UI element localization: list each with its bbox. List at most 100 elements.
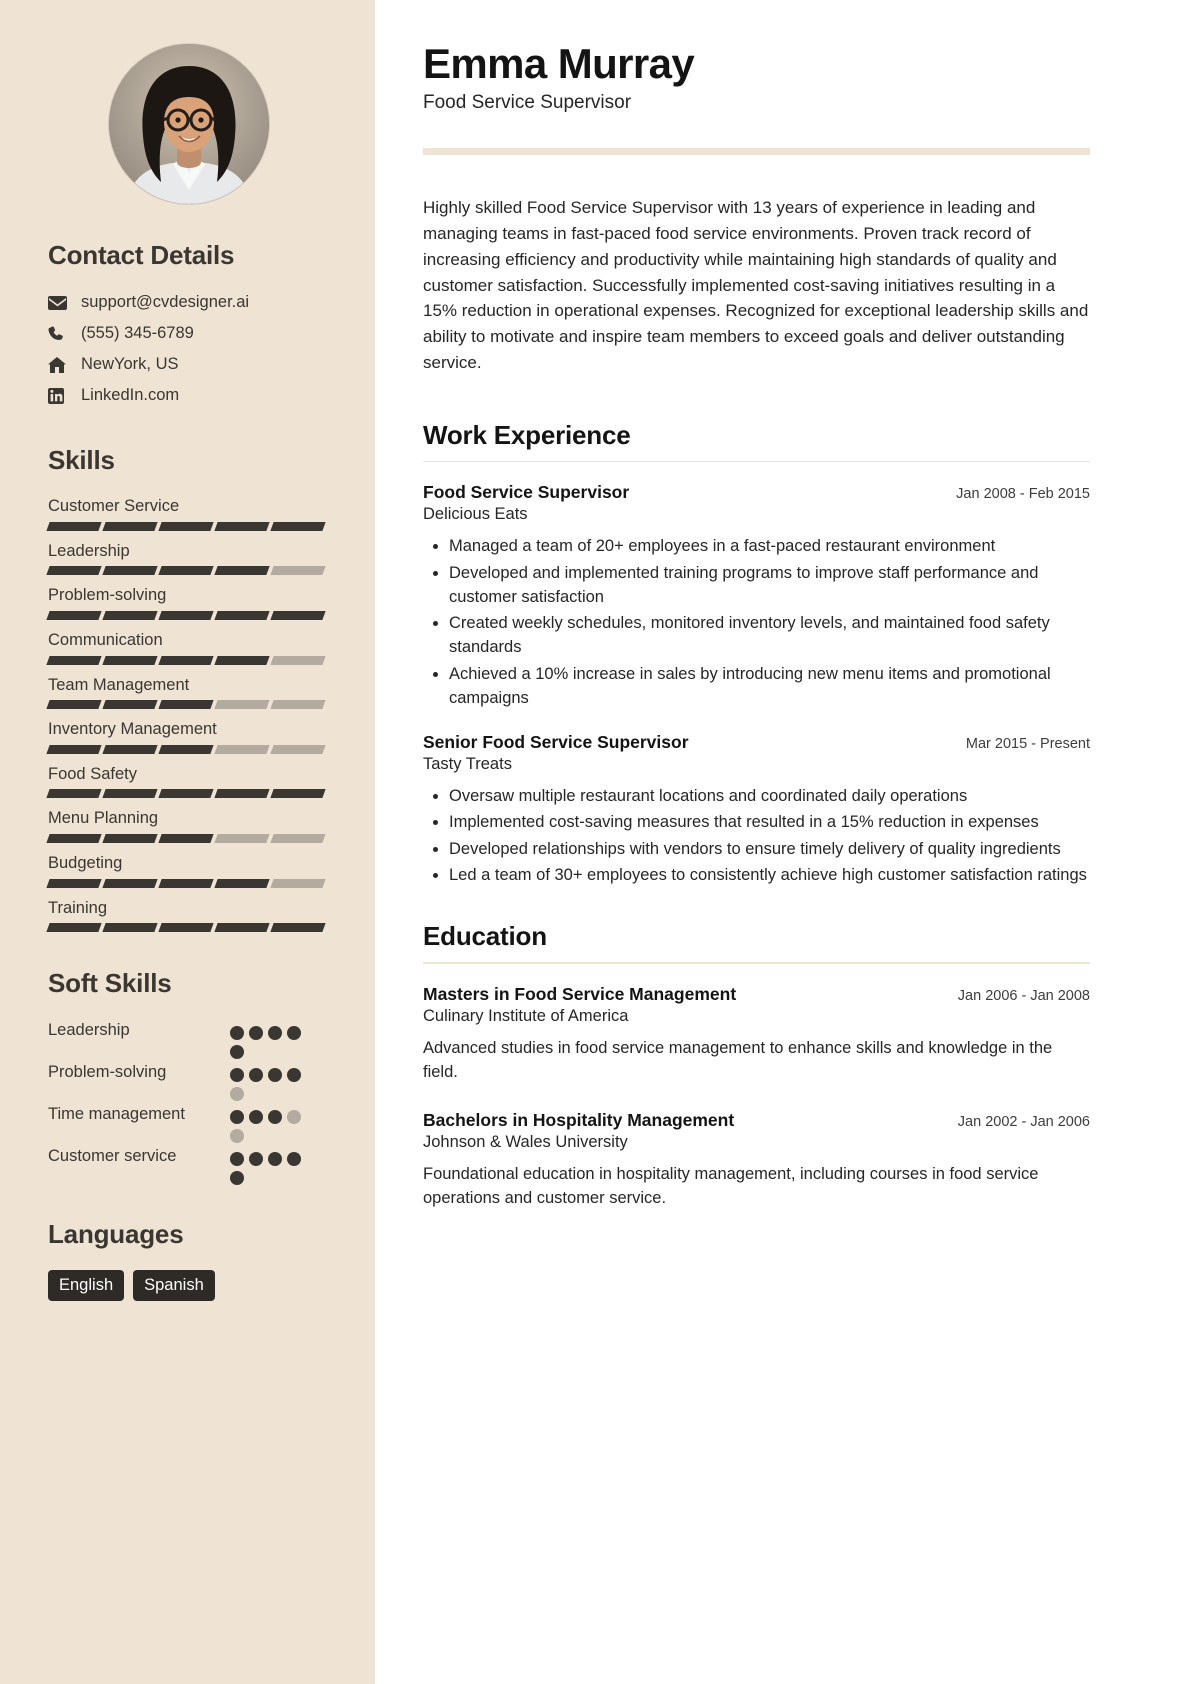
skill-bar-segment bbox=[214, 700, 270, 710]
languages-list: English Spanish bbox=[48, 1270, 329, 1302]
soft-skill-row: Problem-solving bbox=[48, 1061, 329, 1102]
rating-dot bbox=[230, 1026, 244, 1041]
skill-bar-segment bbox=[270, 834, 326, 843]
skill-bar-segment bbox=[102, 789, 158, 799]
skill-level-bar bbox=[46, 744, 326, 754]
skill-bar-segment bbox=[102, 923, 158, 933]
skill-bar-segment bbox=[214, 834, 270, 843]
skill-level-bar bbox=[46, 566, 326, 576]
skill-bar-segment bbox=[102, 700, 158, 710]
language-chip[interactable]: English bbox=[48, 1270, 125, 1302]
job-title: Food Service Supervisor bbox=[423, 92, 632, 114]
skill-item: Customer Service bbox=[46, 496, 329, 531]
soft-skill-label: Problem-solving bbox=[48, 1063, 167, 1082]
rating-dot bbox=[230, 1068, 244, 1083]
main-content: Emma Murray Food Service Supervisor High… bbox=[375, 0, 1200, 1684]
education-section: Education Masters in Food Service Manage… bbox=[423, 921, 1090, 1211]
skill-label: Food Safety bbox=[48, 764, 137, 783]
work-divider bbox=[423, 460, 1090, 463]
skill-bar-segment bbox=[46, 923, 102, 933]
skills-heading: Skills bbox=[48, 445, 115, 475]
skill-bar-segment bbox=[46, 700, 102, 710]
contact-item-location[interactable]: NewYork, US bbox=[48, 355, 329, 374]
soft-skill-row: Leadership bbox=[48, 1019, 329, 1060]
skill-bar-segment bbox=[270, 923, 326, 933]
list-item: Achieved a 10% increase in sales by intr… bbox=[449, 662, 1090, 711]
skill-bar-segment bbox=[102, 878, 158, 888]
rating-dot bbox=[268, 1152, 282, 1167]
rating-dot bbox=[287, 1110, 301, 1125]
soft-skill-rating bbox=[230, 1103, 302, 1144]
skill-bar-segment bbox=[158, 655, 214, 665]
skill-item: Leadership bbox=[46, 541, 329, 576]
work-experience-heading: Work Experience bbox=[423, 419, 631, 450]
skill-bar-segment bbox=[158, 610, 214, 620]
education-entry-title: Masters in Food Service Management bbox=[423, 983, 737, 1004]
skill-level-bar bbox=[46, 700, 326, 710]
contact-item-linkedin[interactable]: LinkedIn.com bbox=[48, 386, 329, 405]
skill-bar-segment bbox=[270, 610, 326, 620]
work-entry-organization: Tasty Treats bbox=[423, 755, 512, 774]
list-item: Managed a team of 20+ employees in a fas… bbox=[449, 534, 1090, 558]
skill-item: Budgeting bbox=[46, 853, 329, 888]
linkedin-icon bbox=[48, 387, 68, 405]
skill-bar-segment bbox=[102, 521, 158, 531]
skill-bar-segment bbox=[102, 610, 158, 620]
skill-level-bar bbox=[46, 789, 326, 799]
soft-skills-list: Leadership Problem-solving Time management… bbox=[48, 1019, 329, 1186]
skill-label: Training bbox=[48, 898, 107, 917]
profile-summary: Highly skilled Food Service Supervisor w… bbox=[423, 198, 1089, 372]
avatar bbox=[108, 44, 269, 204]
rating-dot bbox=[249, 1026, 263, 1041]
skill-label: Communication bbox=[48, 630, 163, 649]
contact-phone-text: (555) 345-6789 bbox=[81, 324, 194, 342]
list-item: Led a team of 30+ employees to consisten… bbox=[449, 863, 1090, 887]
skill-level-bar bbox=[46, 834, 326, 843]
skill-item: Inventory Management bbox=[46, 719, 329, 754]
contact-item-email[interactable]: support@cvdesigner.ai bbox=[48, 293, 329, 312]
soft-skill-rating bbox=[230, 1145, 302, 1186]
skill-label: Menu Planning bbox=[48, 809, 159, 828]
rating-dot bbox=[230, 1129, 244, 1144]
soft-skill-label: Customer service bbox=[48, 1147, 177, 1166]
skill-bar-segment bbox=[214, 521, 270, 531]
rating-dot bbox=[287, 1152, 301, 1167]
rating-dot bbox=[230, 1110, 244, 1125]
skill-bar-segment bbox=[270, 744, 326, 754]
skill-item: Problem-solving bbox=[46, 585, 329, 620]
contact-location-text: NewYork, US bbox=[81, 355, 179, 373]
work-entry-header: Food Service Supervisor Jan 2008 - Feb 20… bbox=[423, 482, 1090, 503]
soft-skill-label: Leadership bbox=[48, 1021, 130, 1040]
language-chip[interactable]: Spanish bbox=[133, 1270, 215, 1302]
skill-bar-segment bbox=[46, 655, 102, 665]
header-divider bbox=[423, 148, 1090, 156]
skill-bar-segment bbox=[214, 923, 270, 933]
soft-skill-rating bbox=[230, 1019, 302, 1060]
resume-page: Contact Details support@cvdesigner.ai (5… bbox=[0, 0, 1200, 1684]
education-entry: Masters in Food Service Management Jan 20… bbox=[423, 984, 1090, 1085]
skill-label: Inventory Management bbox=[48, 720, 217, 739]
rating-dot bbox=[287, 1026, 301, 1041]
rating-dot bbox=[249, 1068, 263, 1083]
skill-bar-segment bbox=[102, 834, 158, 843]
rating-dot bbox=[249, 1110, 263, 1125]
skill-bar-segment bbox=[214, 744, 270, 754]
skill-bar-segment bbox=[46, 566, 102, 576]
rating-dot bbox=[268, 1110, 282, 1125]
soft-skill-row: Customer service bbox=[48, 1145, 329, 1186]
skill-bar-segment bbox=[46, 789, 102, 799]
education-entry-date: Jan 2006 - Jan 2008 bbox=[957, 987, 1090, 1004]
skill-label: Leadership bbox=[48, 541, 130, 560]
contact-item-phone[interactable]: (555) 345-6789 bbox=[48, 324, 329, 343]
skill-bar-segment bbox=[46, 610, 102, 620]
skill-label: Problem-solving bbox=[48, 586, 167, 605]
education-entry-description: Advanced studies in food service managem… bbox=[423, 1038, 1053, 1081]
skill-bar-segment bbox=[270, 700, 326, 710]
skill-label: Budgeting bbox=[48, 854, 123, 872]
skill-bar-segment bbox=[102, 655, 158, 665]
skill-label: Customer Service bbox=[48, 497, 180, 515]
skill-bar-segment bbox=[214, 610, 270, 620]
list-item: Developed and implemented training progr… bbox=[449, 561, 1090, 610]
work-entry-date: Jan 2008 - Feb 2015 bbox=[956, 486, 1090, 503]
skill-bar-segment bbox=[270, 655, 326, 665]
